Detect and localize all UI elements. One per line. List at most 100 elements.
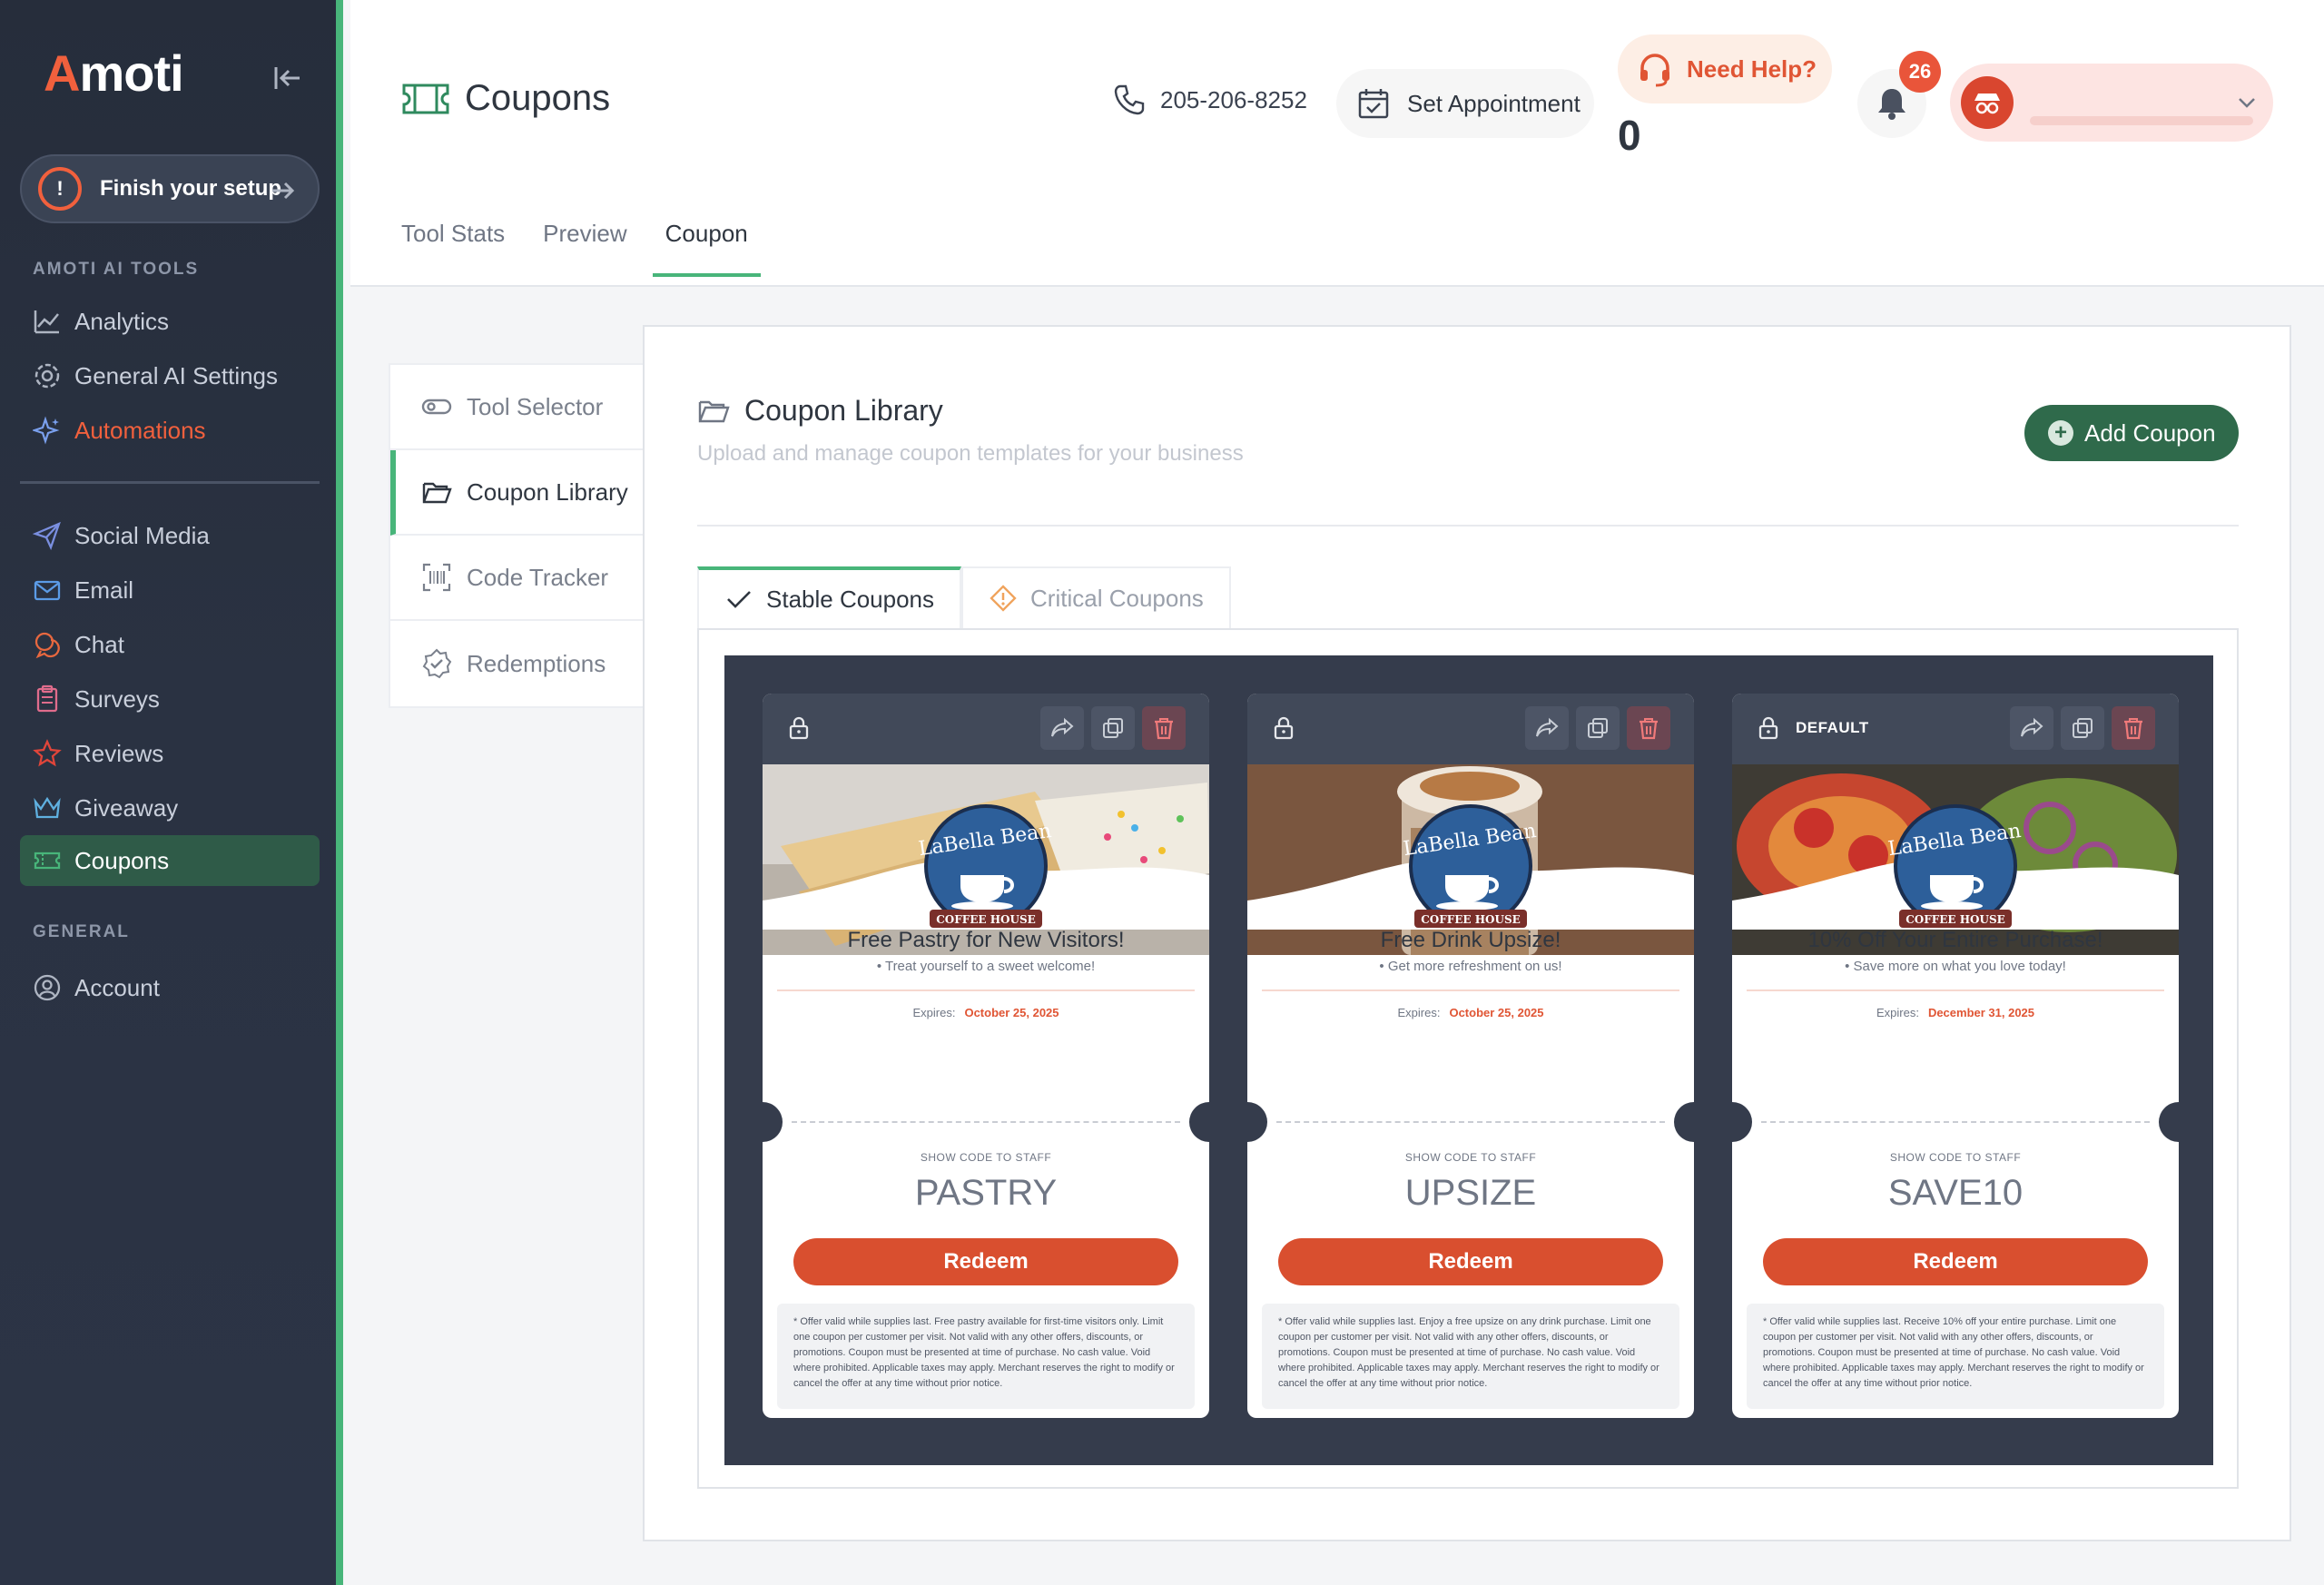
top-header: Coupons 205-206-8252 Set Appointment Nee… [350, 0, 2324, 287]
library-subtitle: Upload and manage coupon templates for y… [697, 441, 1244, 466]
copy-icon [2073, 718, 2093, 738]
delete-button[interactable] [2112, 706, 2155, 750]
copy-icon [1103, 718, 1123, 738]
terms-text: * Offer valid while supplies last. Recei… [1747, 1304, 2164, 1409]
coupon-title: 10% Off Your Entire Purchase! [1807, 928, 2103, 952]
user-circle-icon [34, 974, 61, 1001]
redeem-button[interactable]: Redeem [793, 1238, 1178, 1285]
subnav-code-tracker[interactable]: Code Tracker [390, 536, 643, 621]
sidebar-item-giveaway[interactable]: Giveaway [20, 783, 320, 833]
coupon-title: Free Pastry for New Visitors! [847, 928, 1125, 952]
ticket-notch [1189, 1102, 1209, 1142]
redeem-button[interactable]: Redeem [1278, 1238, 1663, 1285]
trash-icon [1640, 718, 1658, 740]
amoti-logo[interactable]: Amoti [44, 44, 184, 103]
help-label: Need Help? [1687, 54, 1817, 83]
share-button[interactable] [1040, 706, 1084, 750]
dashed-separator [792, 1121, 1180, 1123]
coupon-subnav: Tool Selector Coupon Library Code Tracke… [389, 363, 645, 708]
redeem-button[interactable]: Redeem [1763, 1238, 2148, 1285]
tab-critical-coupons[interactable]: Critical Coupons [961, 566, 1231, 628]
sidebar-item-account[interactable]: Account [20, 962, 320, 1013]
coupon-card[interactable]: LaBella Bean COFFEE HOUSE Free Pastry fo… [763, 694, 1209, 1418]
chat-icon [34, 632, 60, 659]
coupon-library-panel: Coupon Library Upload and manage coupon … [643, 325, 2291, 1541]
subnav-tool-selector[interactable]: Tool Selector [390, 365, 643, 450]
tab-coupon[interactable]: Coupon [652, 214, 761, 277]
crown-icon [34, 796, 61, 819]
ticket-notch [1732, 1102, 1752, 1142]
sidebar-item-email[interactable]: Email [20, 565, 320, 615]
sidebar-item-analytics[interactable]: Analytics [20, 296, 320, 347]
tab-tool-stats[interactable]: Tool Stats [401, 214, 505, 277]
share-button[interactable] [1525, 706, 1569, 750]
setup-label: Finish your setup [100, 176, 282, 201]
sidebar-item-automations[interactable]: Automations [20, 405, 320, 456]
coupon-expiry: Expires: October 25, 2025 [763, 1006, 1209, 1019]
sidebar-item-label: Social Media [74, 521, 210, 549]
labella-bean-logo: LaBella Bean COFFEE HOUSE [1886, 804, 2023, 928]
add-coupon-button[interactable]: + Add Coupon [2024, 405, 2239, 461]
sidebar-item-label: Automations [74, 416, 206, 444]
show-code-label: SHOW CODE TO STAFF [1404, 1151, 1537, 1164]
show-code-label: SHOW CODE TO STAFF [920, 1151, 1052, 1164]
duplicate-button[interactable] [2061, 706, 2104, 750]
ticket-notch [1247, 1102, 1267, 1142]
sidebar-item-coupons[interactable]: Coupons [20, 835, 320, 886]
sidebar-item-reviews[interactable]: Reviews [20, 728, 320, 779]
lock-icon[interactable] [1271, 715, 1296, 741]
ticket-notch [1674, 1102, 1694, 1142]
sidebar-item-surveys[interactable]: Surveys [20, 674, 320, 724]
clipboard-icon [36, 684, 58, 713]
delete-button[interactable] [1142, 706, 1186, 750]
duplicate-button[interactable] [1576, 706, 1620, 750]
trash-icon [2124, 718, 2142, 740]
gear-icon [34, 363, 60, 389]
sidebar: Amoti ! Finish your setup AMOTI AI TOOLS… [0, 0, 343, 1585]
tab-preview[interactable]: Preview [543, 214, 626, 277]
logo-tagline: COFFEE HOUSE [1421, 913, 1521, 926]
subnav-redemptions[interactable]: Redemptions [390, 621, 643, 706]
headset-icon [1640, 54, 1669, 87]
avatar [1961, 76, 2014, 129]
phone-link[interactable]: 205-206-8252 [1113, 84, 1307, 116]
sidebar-item-social-media[interactable]: Social Media [20, 510, 320, 561]
bell-icon [1878, 89, 1905, 120]
user-menu[interactable] [1950, 64, 2273, 142]
sidebar-item-label: Giveaway [74, 793, 179, 822]
share-button[interactable] [2010, 706, 2053, 750]
notification-count-badge: 26 [1899, 51, 1941, 93]
finish-setup-button[interactable]: ! Finish your setup [20, 154, 320, 223]
sidebar-item-general-ai-settings[interactable]: General AI Settings [20, 350, 320, 401]
expiry-date: December 31, 2025 [1927, 1006, 2035, 1019]
share-icon [1051, 717, 1074, 737]
expiry-date: October 25, 2025 [1449, 1006, 1544, 1019]
library-title: Coupon Library [697, 394, 943, 428]
phone-icon [1114, 84, 1145, 115]
set-appointment-button[interactable]: Set Appointment [1336, 69, 1594, 138]
subnav-label: Tool Selector [467, 392, 604, 420]
collapse-sidebar-icon[interactable] [269, 60, 305, 96]
ticket-notch [763, 1102, 783, 1142]
sidebar-item-chat[interactable]: Chat [20, 619, 320, 670]
subnav-coupon-library[interactable]: Coupon Library [390, 450, 643, 536]
help-counter: 0 [1618, 112, 1641, 159]
need-help-button[interactable]: Need Help? [1618, 34, 1832, 103]
incognito-icon [1974, 94, 2000, 114]
star-icon [33, 739, 62, 767]
section-tools-heading: AMOTI AI TOOLS [33, 260, 200, 279]
sidebar-item-label: Email [74, 576, 134, 604]
mail-icon [34, 580, 61, 601]
coupon-card[interactable]: DEFAULT LaBella Bean COFFEE HOUSE 10% Of… [1732, 694, 2179, 1418]
coupon-type-tabs: Stable Coupons Critical Coupons [697, 566, 1231, 628]
coupon-subtitle: • Treat yourself to a sweet welcome! [876, 959, 1096, 974]
tab-stable-coupons[interactable]: Stable Coupons [697, 566, 962, 628]
coupon-card[interactable]: LaBella Bean COFFEE HOUSE Free Drink Ups… [1247, 694, 1694, 1418]
sidebar-item-label: General AI Settings [74, 361, 279, 389]
delete-button[interactable] [1627, 706, 1670, 750]
lock-icon[interactable] [786, 715, 812, 741]
labella-bean-logo: LaBella Bean COFFEE HOUSE [1402, 804, 1538, 928]
phone-number: 205-206-8252 [1160, 85, 1307, 113]
lock-icon[interactable] [1756, 715, 1781, 741]
duplicate-button[interactable] [1091, 706, 1135, 750]
